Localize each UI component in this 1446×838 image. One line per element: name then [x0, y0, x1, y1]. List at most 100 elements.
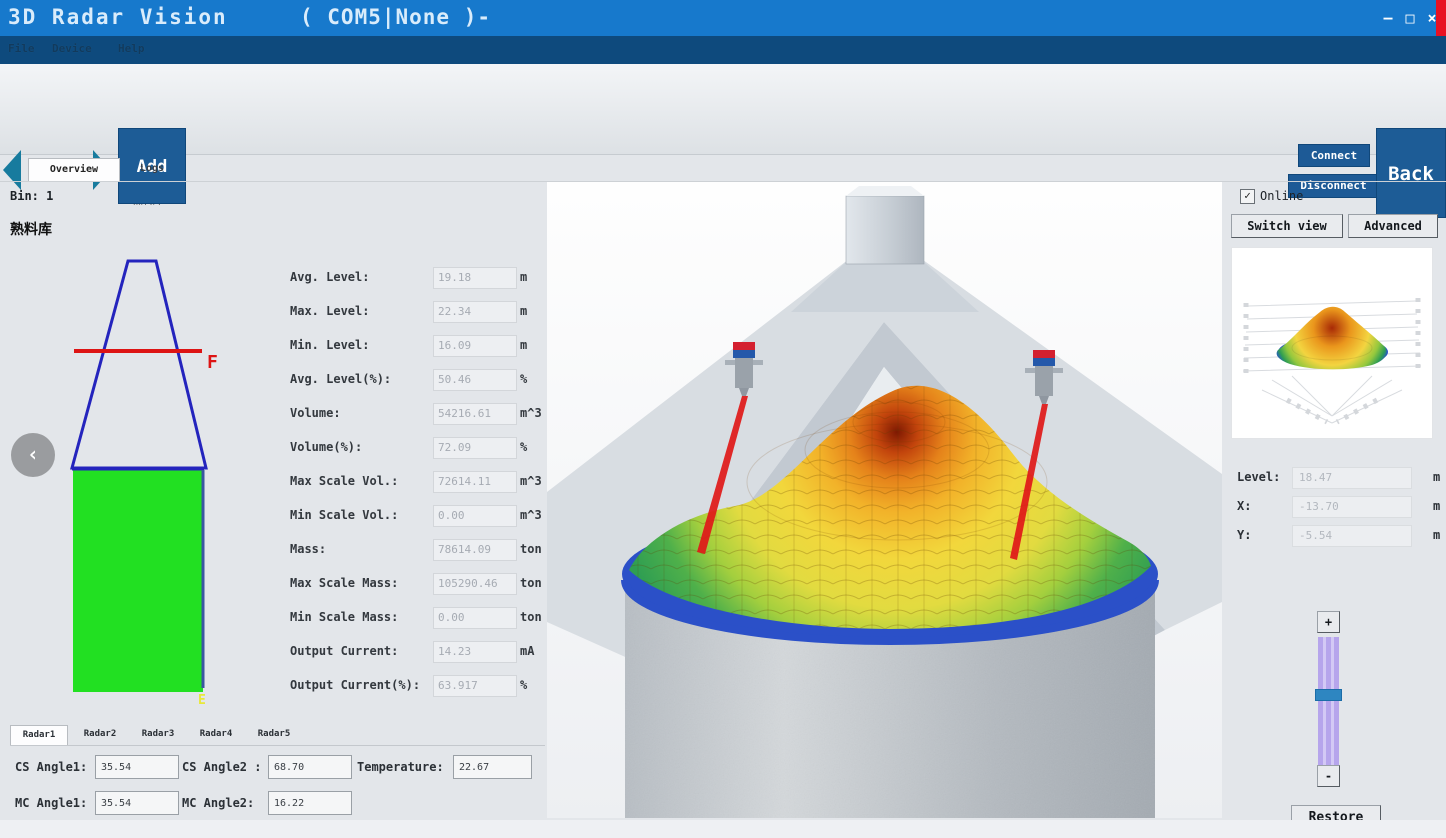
- zoom-slider-track[interactable]: [1318, 637, 1339, 771]
- measurement-label: Max Scale Vol.:: [290, 474, 398, 488]
- mc-angle1-input[interactable]: [95, 791, 179, 815]
- close-button-accent[interactable]: [1436, 0, 1446, 36]
- measurement-row: Volume(%): 72.09 %: [0, 440, 545, 462]
- measurement-unit: %: [520, 678, 527, 692]
- temperature-label: Temperature:: [357, 760, 444, 774]
- bottom-strip: [0, 820, 1446, 838]
- switch-view-button[interactable]: Switch view: [1231, 214, 1343, 238]
- tab-radar1[interactable]: Radar1: [10, 725, 68, 745]
- readout-unit: m: [1433, 528, 1440, 542]
- minimize-button[interactable]: –: [1376, 6, 1400, 30]
- measurement-value: 19.18: [433, 267, 517, 289]
- measurement-label: Volume:: [290, 406, 341, 420]
- measurement-value: 0.00: [433, 607, 517, 629]
- measurement-unit: ton: [520, 576, 542, 590]
- measurement-label: Min Scale Mass:: [290, 610, 398, 624]
- measurement-row: Max Scale Mass: 105290.46 ton: [0, 576, 545, 598]
- measurement-label: Volume(%):: [290, 440, 362, 454]
- measurement-label: Avg. Level(%):: [290, 372, 391, 386]
- cs-angle2-label: CS Angle2 :: [182, 760, 261, 774]
- measurement-unit: m: [520, 270, 527, 284]
- measurement-unit: %: [520, 372, 527, 386]
- measurement-value: 72614.11: [433, 471, 517, 493]
- menu-file[interactable]: File: [8, 42, 35, 55]
- readout-value: -5.54: [1292, 525, 1412, 547]
- measurement-row: Avg. Level(%): 50.46 %: [0, 372, 545, 394]
- tab-radar2[interactable]: Radar2: [72, 725, 128, 744]
- measurement-unit: %: [520, 440, 527, 454]
- connection-status: ( COM5|None )-: [300, 5, 491, 29]
- main-tab-strip: Overview Logs: [0, 156, 1446, 182]
- measurement-label: Min. Level:: [290, 338, 369, 352]
- menu-bar: File Device Help: [0, 36, 1446, 64]
- measurement-label: Avg. Level:: [290, 270, 369, 284]
- online-label: Online: [1260, 189, 1303, 203]
- measurement-row: Min Scale Vol.: 0.00 m^3: [0, 508, 545, 530]
- measurement-unit: ton: [520, 610, 542, 624]
- measurement-label: Max Scale Mass:: [290, 576, 398, 590]
- measurement-value: 72.09: [433, 437, 517, 459]
- measurement-unit: m^3: [520, 406, 542, 420]
- tab-radar3[interactable]: Radar3: [130, 725, 186, 744]
- maximize-button[interactable]: □: [1398, 6, 1422, 30]
- measurement-unit: mA: [520, 644, 534, 658]
- tab-radar4[interactable]: Radar4: [188, 725, 244, 744]
- readout-row: X: -13.70 m: [1237, 496, 1446, 520]
- readout-value: -13.70: [1292, 496, 1412, 518]
- measurement-value: 105290.46: [433, 573, 517, 595]
- measurement-label: Mass:: [290, 542, 326, 556]
- readout-label: X:: [1237, 499, 1251, 513]
- measurement-row: Max. Level: 22.34 m: [0, 304, 545, 326]
- measurement-value: 22.34: [433, 301, 517, 323]
- preview-3d-thumbnail: [1231, 247, 1433, 439]
- cs-angle1-input[interactable]: [95, 755, 179, 779]
- zoom-slider-thumb[interactable]: [1315, 689, 1342, 701]
- advanced-button[interactable]: Advanced: [1348, 214, 1438, 238]
- tab-overview[interactable]: Overview: [28, 158, 120, 181]
- measurement-unit: m^3: [520, 508, 542, 522]
- mc-angle2-input[interactable]: [268, 791, 352, 815]
- preview-grid-lines: [1262, 376, 1402, 423]
- chute-flare: [791, 262, 979, 312]
- temperature-input[interactable]: [453, 755, 532, 779]
- mc-angle2-label: MC Angle2:: [182, 796, 254, 810]
- zoom-out-button[interactable]: -: [1317, 765, 1340, 787]
- mc-angle1-label: MC Angle1:: [15, 796, 87, 810]
- title-bar: 3D Radar Vision ( COM5|None )- – □ ×: [0, 0, 1446, 36]
- silo-3d-render[interactable]: [547, 182, 1222, 818]
- radar-tab-strip: Radar1 Radar2 Radar3 Radar4 Radar5: [10, 724, 545, 746]
- readout-label: Y:: [1237, 528, 1251, 542]
- online-checkbox[interactable]: ✓: [1240, 189, 1255, 204]
- measurement-row: Min Scale Mass: 0.00 ton: [0, 610, 545, 632]
- measurement-label: Output Current:: [290, 644, 398, 658]
- measurement-row: Output Current: 14.23 mA: [0, 644, 545, 666]
- tab-logs[interactable]: Logs: [124, 158, 180, 180]
- silo-cone-outline: [72, 261, 206, 468]
- measurement-unit: ton: [520, 542, 542, 556]
- measurement-row: Min. Level: 16.09 m: [0, 338, 545, 360]
- cs-angle2-input[interactable]: [268, 755, 352, 779]
- measurement-value: 16.09: [433, 335, 517, 357]
- measurement-unit: m: [520, 338, 527, 352]
- zoom-in-button[interactable]: +: [1317, 611, 1340, 633]
- chute-top: [846, 186, 924, 196]
- readout-unit: m: [1433, 470, 1440, 484]
- menu-device[interactable]: Device: [52, 42, 92, 55]
- window-title: 3D Radar Vision: [8, 5, 228, 29]
- readout-unit: m: [1433, 499, 1440, 513]
- bin-name-label: 熟料库: [10, 219, 52, 239]
- measurement-value: 78614.09: [433, 539, 517, 561]
- readout-label: Level:: [1237, 470, 1280, 484]
- measurement-value: 0.00: [433, 505, 517, 527]
- bin-id-label: Bin: 1: [10, 189, 53, 203]
- measurement-value: 14.23: [433, 641, 517, 663]
- measurement-label: Min Scale Vol.:: [290, 508, 398, 522]
- toolbar: 熟料库 Add Connect Disconnect Back: [0, 64, 1446, 155]
- tab-radar5[interactable]: Radar5: [246, 725, 302, 744]
- measurement-value: 54216.61: [433, 403, 517, 425]
- measurement-row: Output Current(%): 63.917 %: [0, 678, 545, 700]
- menu-help[interactable]: Help: [118, 42, 145, 55]
- measurement-label: Output Current(%):: [290, 678, 420, 692]
- measurement-row: Avg. Level: 19.18 m: [0, 270, 545, 292]
- measurement-value: 63.917: [433, 675, 517, 697]
